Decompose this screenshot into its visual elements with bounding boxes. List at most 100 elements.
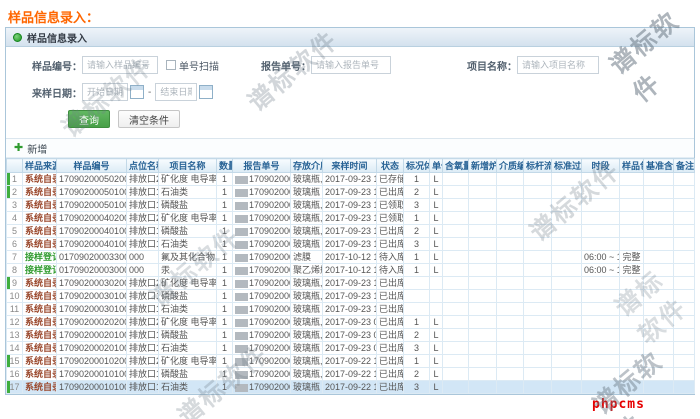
project-name-label: 项目名称：	[467, 58, 517, 73]
cell: 3	[7, 199, 23, 212]
cell	[497, 238, 524, 251]
add-button[interactable]: 新增	[27, 141, 47, 156]
sample-source-link[interactable]: 系统自录	[25, 187, 57, 197]
cell	[644, 316, 674, 329]
redacted-prefix	[235, 215, 248, 223]
cell	[674, 368, 695, 381]
redacted-prefix	[235, 228, 248, 236]
cell: 排放口1	[127, 238, 159, 251]
scan-checkbox[interactable]	[166, 60, 176, 70]
sample-no-input[interactable]	[82, 56, 158, 74]
table-row[interactable]: 11系统自录170902000301001排放口1石油类11709020003C…	[7, 303, 695, 316]
table-row[interactable]: 9系统自录170902000302001排放口2矿化度 电导率 浊度 总碱度11…	[7, 277, 695, 290]
sample-source-link[interactable]: 系统自录	[25, 291, 57, 301]
cell	[443, 303, 469, 316]
table-row[interactable]: 8接样登记01709020003000001000汞11709020003CN聚…	[7, 264, 695, 277]
cell	[674, 381, 695, 394]
cell: 1	[404, 212, 430, 225]
project-name-input[interactable]	[517, 56, 599, 74]
sample-source-link[interactable]: 系统自录	[25, 304, 57, 314]
cell	[552, 277, 582, 290]
cell: L	[430, 381, 443, 394]
clear-conditions-button[interactable]: 清空条件	[118, 110, 180, 128]
table-row[interactable]: 13系统自录170902000201002排放口1磷酸盐11709020002C…	[7, 329, 695, 342]
cell: 已出库	[377, 225, 404, 238]
date-start-input[interactable]	[82, 83, 128, 101]
cell: 10	[7, 290, 23, 303]
cell: 3	[404, 381, 430, 394]
cell: 系统自录	[23, 316, 57, 329]
cell	[524, 316, 552, 329]
redacted-prefix	[235, 280, 248, 288]
cell	[552, 225, 582, 238]
sample-source-link[interactable]: 系统自录	[25, 226, 57, 236]
cell: 170902000301002	[57, 290, 127, 303]
cell: 2017-09-22 17:31	[323, 381, 377, 394]
cell: 矿化度 电导率 浊度 总碱度	[159, 316, 217, 329]
table-row[interactable]: 6系统自录170902000401001排放口1石油类11709020004CN…	[7, 238, 695, 251]
column-header: 来样时间	[323, 159, 377, 173]
sample-source-link[interactable]: 系统自录	[25, 369, 57, 379]
report-no-label: 报告单号：	[261, 58, 311, 73]
redacted-prefix	[235, 384, 248, 392]
cell: 06:00 ~ 11:59	[582, 264, 620, 277]
table-row[interactable]: 7接样登记01709020003300001000氟及其化合物117090200…	[7, 251, 695, 264]
cell	[644, 173, 674, 186]
sample-source-link[interactable]: 接样登记	[25, 265, 57, 275]
sample-source-link[interactable]: 系统自录	[25, 330, 57, 340]
cell	[582, 186, 620, 199]
cell	[404, 303, 430, 316]
table-row[interactable]: 2系统自录170902000501001排放口1石油类11709020005CN…	[7, 186, 695, 199]
cell: 系统自录	[23, 186, 57, 199]
table-row[interactable]: 1系统自录170902000502001排放口2矿化度 电导率 浊度 总碱度11…	[7, 173, 695, 186]
table-row[interactable]: 16系统自录170902000101002排放口1磷酸盐11709020001C…	[7, 368, 695, 381]
report-no-input[interactable]	[311, 56, 391, 74]
cell	[620, 316, 644, 329]
date-end-input[interactable]	[155, 83, 197, 101]
table-row[interactable]: 5系统自录170902000401002排放口1磷酸盐11709020004CN…	[7, 225, 695, 238]
calendar-icon[interactable]	[130, 85, 144, 99]
sample-source-link[interactable]: 系统自录	[25, 382, 57, 392]
table-row[interactable]: 3系统自录170902000501002排放口1磷酸盐11709020005CN…	[7, 199, 695, 212]
table-row[interactable]: 17系统自录170902000101001排放口1石油类11709020001C…	[7, 381, 695, 394]
table-row[interactable]: 15系统自录170902000102001排放口2矿化度 电导率 浊度 总碱度1…	[7, 355, 695, 368]
cell: 接样登记	[23, 251, 57, 264]
calendar-icon[interactable]	[199, 85, 213, 99]
sample-source-link[interactable]: 系统自录	[25, 317, 57, 327]
sample-source-link[interactable]: 接样登记	[25, 252, 57, 262]
cell: 系统自录	[23, 225, 57, 238]
cell: 2017-09-23 13:09	[323, 303, 377, 316]
sample-source-link[interactable]: 系统自录	[25, 356, 57, 366]
sample-source-link[interactable]: 系统自录	[25, 200, 57, 210]
cell: 2	[404, 329, 430, 342]
cell: 排放口2	[127, 277, 159, 290]
table-row[interactable]: 12系统自录170902000202001排放口2矿化度 电导率 浊度 总碱度1…	[7, 316, 695, 329]
cell: 系统自录	[23, 290, 57, 303]
table-row[interactable]: 4系统自录170902000402001排放口2矿化度 电导率 浊度 总碱度11…	[7, 212, 695, 225]
sample-source-link[interactable]: 系统自录	[25, 343, 57, 353]
cell: L	[430, 238, 443, 251]
cell: 2017-09-23 14:35	[323, 173, 377, 186]
cell	[644, 199, 674, 212]
sample-source-link[interactable]: 系统自录	[25, 278, 57, 288]
cell	[582, 303, 620, 316]
cell	[497, 264, 524, 277]
cell	[469, 199, 497, 212]
sample-source-link[interactable]: 系统自录	[25, 174, 57, 184]
query-button[interactable]: 查询	[68, 110, 110, 128]
cell	[469, 238, 497, 251]
sample-source-link[interactable]: 系统自录	[25, 239, 57, 249]
cell	[443, 173, 469, 186]
cell: 排放口1	[127, 290, 159, 303]
cell: 石油类	[159, 303, 217, 316]
cell: 1	[217, 355, 233, 368]
cell: 待入库	[377, 264, 404, 277]
cell	[469, 355, 497, 368]
sample-source-link[interactable]: 系统自录	[25, 213, 57, 223]
cell: 1	[404, 264, 430, 277]
cell: 玻璃瓶,棕	[291, 316, 323, 329]
column-header: 点位名称	[127, 159, 159, 173]
table-row[interactable]: 14系统自录170902000201001排放口1石油类11709020002C…	[7, 342, 695, 355]
cell: 1709020003CN	[233, 264, 291, 277]
table-row[interactable]: 10系统自录170902000301002排放口1磷酸盐11709020003C…	[7, 290, 695, 303]
